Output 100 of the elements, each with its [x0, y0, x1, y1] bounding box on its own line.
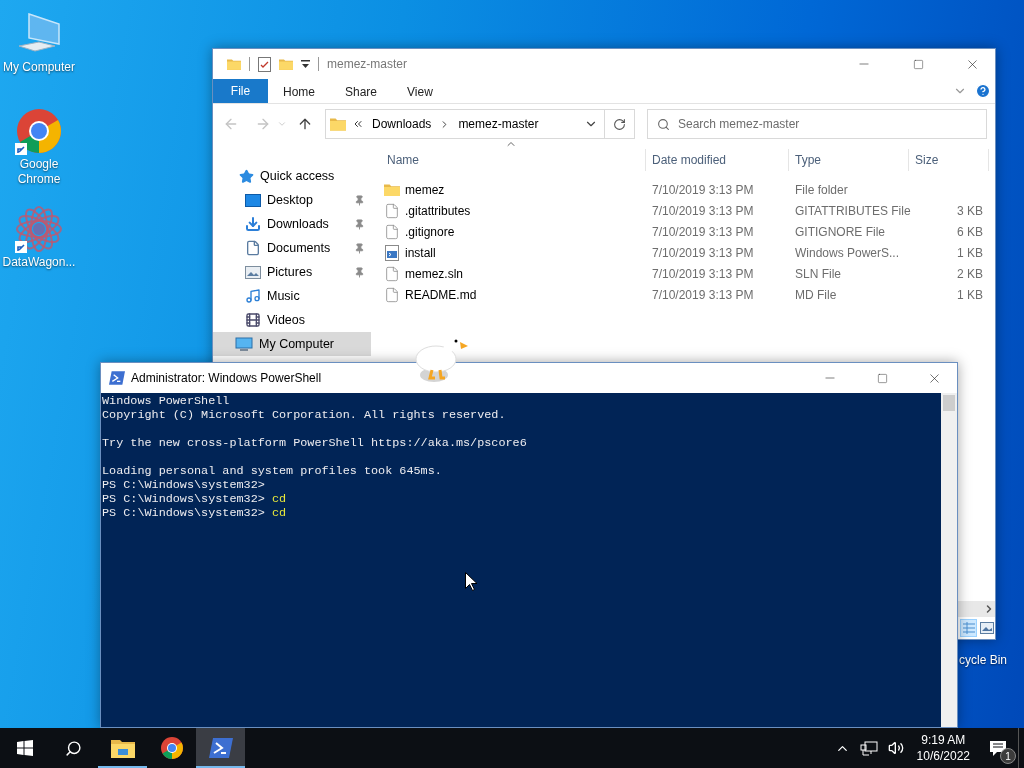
column-header[interactable]: Size [909, 149, 989, 171]
desktop-icon-label: Google Chrome [16, 157, 62, 187]
size-cell-text: 3 KB [956, 203, 984, 218]
desktop-icon [245, 193, 261, 207]
window-title: memez-master [327, 57, 407, 71]
nav-item[interactable]: Videos [213, 308, 371, 332]
nav-item[interactable]: Music [213, 284, 371, 308]
refresh-icon[interactable] [613, 117, 626, 131]
folder-icon [227, 58, 241, 70]
column-header[interactable]: Type [789, 149, 909, 171]
search-icon [657, 118, 670, 131]
file-row[interactable]: memez.sln 7/10/2019 3:13 PM SLN File 2 KB [381, 263, 995, 284]
maximize-icon[interactable] [912, 58, 924, 70]
nav-item[interactable]: Pictures [213, 260, 371, 284]
console-output: Copyright (C) Microsoft Corporation. All rights reserved. [102, 408, 506, 422]
file-icon [384, 202, 400, 219]
file-row[interactable]: install 7/10/2019 3:13 PM Windows PowerS... 1 KB [381, 242, 995, 263]
notification-count: 1 [1000, 748, 1016, 764]
ribbon-tab[interactable]: Home [268, 79, 330, 103]
date-cell-text: 7/10/2019 3:13 PM [651, 245, 755, 260]
folder-icon [330, 117, 346, 131]
windows-logo-icon[interactable] [16, 740, 33, 756]
breadcrumb[interactable]: Downloads [370, 117, 434, 131]
desktop-icon-label: My Computer [3, 60, 75, 75]
message-icon[interactable] [989, 739, 1007, 757]
file-row[interactable]: .gitattributes 7/10/2019 3:13 PM GITATTRIBUTES File 3 KB [381, 200, 995, 221]
new-folder-icon [279, 58, 293, 70]
desktop-icon-label: DataWagon... [2, 255, 76, 270]
file-name: .gitignore [405, 224, 455, 239]
address-bar[interactable]: Downloads memez-master [325, 109, 635, 139]
mandala-icon [15, 205, 63, 253]
ribbon-tab[interactable]: Share [330, 79, 393, 103]
console-prompt: PS C:\Windows\system32> [102, 492, 265, 506]
console-output: Windows PowerShell [102, 394, 230, 408]
file-name: README.md [405, 287, 477, 302]
maximize-icon[interactable] [876, 372, 888, 384]
folder-icon [384, 182, 400, 197]
column-header[interactable]: Date modified [646, 149, 789, 171]
date-cell-text: 7/10/2019 3:13 PM [651, 182, 755, 197]
column-header[interactable]: Name [381, 149, 646, 171]
properties-icon [258, 56, 271, 72]
powershell-icon [208, 738, 233, 758]
breadcrumb[interactable]: memez-master [456, 117, 541, 131]
nav-item[interactable]: Quick access [213, 164, 371, 188]
chrome-icon [15, 107, 63, 155]
monitor-icon [235, 336, 253, 352]
size-cell-text: 6 KB [956, 224, 984, 239]
file-icon [384, 286, 400, 303]
film-icon [245, 312, 261, 328]
size-cell-text: 2 KB [956, 266, 984, 281]
script-file-icon [384, 244, 400, 261]
file-row[interactable]: README.md 7/10/2019 3:13 PM MD File 1 KB [381, 284, 995, 305]
nav-item[interactable]: Documents [213, 236, 371, 260]
notifications-button[interactable]: 1 [978, 728, 1018, 768]
clock[interactable]: 9:19 AM 10/6/2022 [908, 728, 978, 768]
nav-item[interactable]: Desktop [213, 188, 371, 212]
file-tab[interactable]: File [213, 79, 268, 103]
console-output: Try the new cross-platform PowerShell https://aka.ms/pscore6 [102, 436, 527, 450]
desktop-icon-label: cycle Bin [959, 653, 1008, 667]
file-name: memez.sln [405, 266, 463, 281]
file-icon [384, 223, 400, 240]
type-cell-text: Windows PowerS... [794, 245, 901, 260]
star-icon [239, 168, 254, 184]
document-icon [245, 240, 261, 256]
size-cell-text: 1 KB [956, 245, 984, 260]
folder-icon [110, 738, 135, 758]
dropdown-icon[interactable] [301, 59, 310, 69]
type-cell-text: MD File [794, 287, 838, 302]
file-row[interactable]: .gitignore 7/10/2019 3:13 PM GITIGNORE File 6 KB [381, 221, 995, 242]
speaker-icon[interactable] [887, 740, 904, 756]
network-icon[interactable] [859, 740, 878, 756]
chevrons-left-icon [352, 118, 364, 130]
file-name: .gitattributes [405, 203, 471, 218]
picture-icon [245, 265, 261, 279]
vertical-scrollbar[interactable] [941, 393, 957, 727]
file-row[interactable]: memez 7/10/2019 3:13 PM File folder [381, 179, 995, 200]
type-cell-text: SLN File [794, 266, 842, 281]
console-command: cd [271, 492, 287, 506]
powershell-icon [109, 371, 125, 385]
nav-item[interactable]: Downloads [213, 212, 371, 236]
file-icon [384, 265, 400, 282]
help-icon[interactable] [975, 83, 991, 99]
taskbar-app[interactable] [196, 728, 245, 768]
date-cell-text: 7/10/2019 3:13 PM [651, 224, 755, 239]
console-prompt: PS C:\Windows\system32> [102, 506, 265, 520]
type-cell-text: GITATTRIBUTES File [794, 203, 909, 218]
date-cell-text: 7/10/2019 3:13 PM [651, 266, 755, 281]
file-name: memez [405, 182, 445, 197]
horizontal-scrollbar[interactable] [957, 601, 995, 617]
cursor-icon [465, 572, 477, 591]
console-output: Loading personal and system profiles took 645ms. [102, 464, 442, 478]
search-field[interactable]: Search memez-master [647, 109, 987, 139]
size-cell-text: 1 KB [956, 287, 984, 302]
nav-item[interactable]: My Computer [213, 332, 371, 356]
console-prompt: PS C:\Windows\system32> [102, 478, 265, 492]
up-button[interactable] [297, 116, 313, 132]
search-icon[interactable] [65, 739, 82, 757]
type-cell-text: GITIGNORE File [794, 224, 886, 239]
date-cell-text: 7/10/2019 3:13 PM [651, 203, 755, 218]
ribbon-tab[interactable]: View [392, 79, 448, 103]
